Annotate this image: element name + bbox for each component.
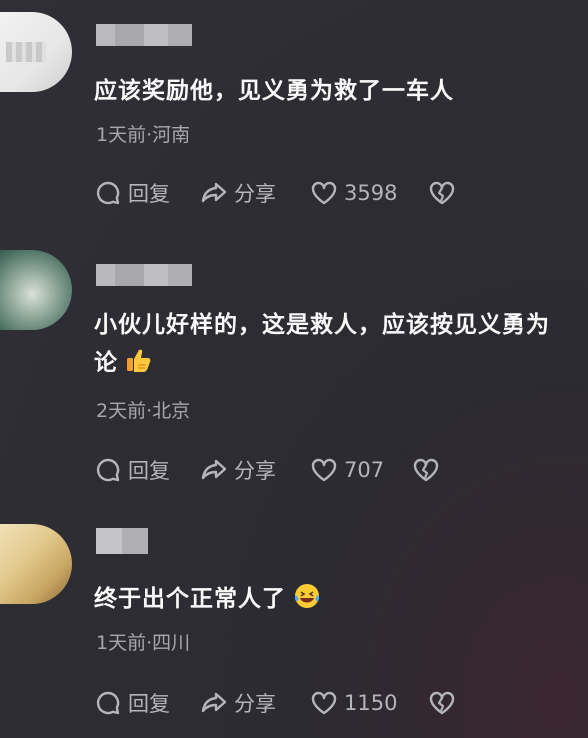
comment-actions: 回复 分享 1150 bbox=[94, 688, 564, 718]
share-label: 分享 bbox=[234, 459, 276, 483]
laughing-tears-emoji-icon bbox=[294, 584, 320, 608]
username-blurred[interactable] bbox=[96, 24, 192, 46]
reply-button[interactable]: 回复 bbox=[94, 455, 170, 485]
comment-meta: 2天前·北京 bbox=[96, 400, 191, 422]
share-label: 分享 bbox=[234, 182, 276, 206]
avatar[interactable] bbox=[0, 12, 72, 92]
like-button[interactable]: 707 bbox=[310, 455, 384, 485]
reply-button[interactable]: 回复 bbox=[94, 688, 170, 718]
reply-label: 回复 bbox=[128, 692, 170, 716]
comment-actions: 回复 分享 707 bbox=[94, 455, 564, 485]
comment-text: 小伙儿好样的，这是救人，应该按见义勇为论 bbox=[94, 306, 564, 382]
comment-meta: 1天前·四川 bbox=[96, 632, 191, 654]
like-count: 707 bbox=[344, 458, 385, 482]
comment-meta: 1天前·河南 bbox=[96, 124, 191, 146]
reply-button[interactable]: 回复 bbox=[94, 178, 170, 208]
share-arrow-icon bbox=[201, 182, 227, 203]
heart-icon bbox=[311, 181, 337, 205]
thumbs-up-emoji-icon bbox=[127, 349, 151, 372]
dislike-button[interactable] bbox=[412, 455, 446, 485]
like-count: 1150 bbox=[344, 691, 398, 715]
like-count: 3598 bbox=[344, 181, 398, 205]
reply-label: 回复 bbox=[128, 182, 170, 206]
reply-label: 回复 bbox=[128, 459, 170, 483]
username-blurred[interactable] bbox=[96, 264, 192, 286]
share-label: 分享 bbox=[234, 692, 276, 716]
comment-bubble-icon bbox=[96, 181, 120, 205]
share-arrow-icon bbox=[201, 459, 227, 480]
comment-text-content: 终于出个正常人了 bbox=[94, 586, 286, 612]
username-blurred[interactable] bbox=[96, 528, 148, 554]
comment-actions: 回复 分享 3598 bbox=[94, 178, 564, 208]
broken-heart-icon bbox=[413, 458, 439, 482]
comment-bubble-icon bbox=[96, 458, 120, 482]
heart-icon bbox=[311, 458, 337, 482]
avatar[interactable] bbox=[0, 524, 72, 604]
share-button[interactable]: 分享 bbox=[200, 178, 276, 208]
comment-text: 应该奖励他，见义勇为救了一车人 bbox=[94, 78, 454, 104]
like-button[interactable]: 3598 bbox=[310, 178, 397, 208]
heart-icon bbox=[311, 691, 337, 715]
comment-text: 终于出个正常人了 bbox=[94, 580, 558, 618]
share-arrow-icon bbox=[201, 692, 227, 713]
dislike-button[interactable] bbox=[428, 178, 462, 208]
share-button[interactable]: 分享 bbox=[200, 455, 276, 485]
comment-text-content: 小伙儿好样的，这是救人，应该按见义勇为论 bbox=[94, 312, 550, 376]
dislike-button[interactable] bbox=[428, 688, 462, 718]
broken-heart-icon bbox=[429, 691, 455, 715]
like-button[interactable]: 1150 bbox=[310, 688, 397, 718]
avatar[interactable] bbox=[0, 250, 72, 330]
comment-bubble-icon bbox=[96, 691, 120, 715]
broken-heart-icon bbox=[429, 181, 455, 205]
share-button[interactable]: 分享 bbox=[200, 688, 276, 718]
